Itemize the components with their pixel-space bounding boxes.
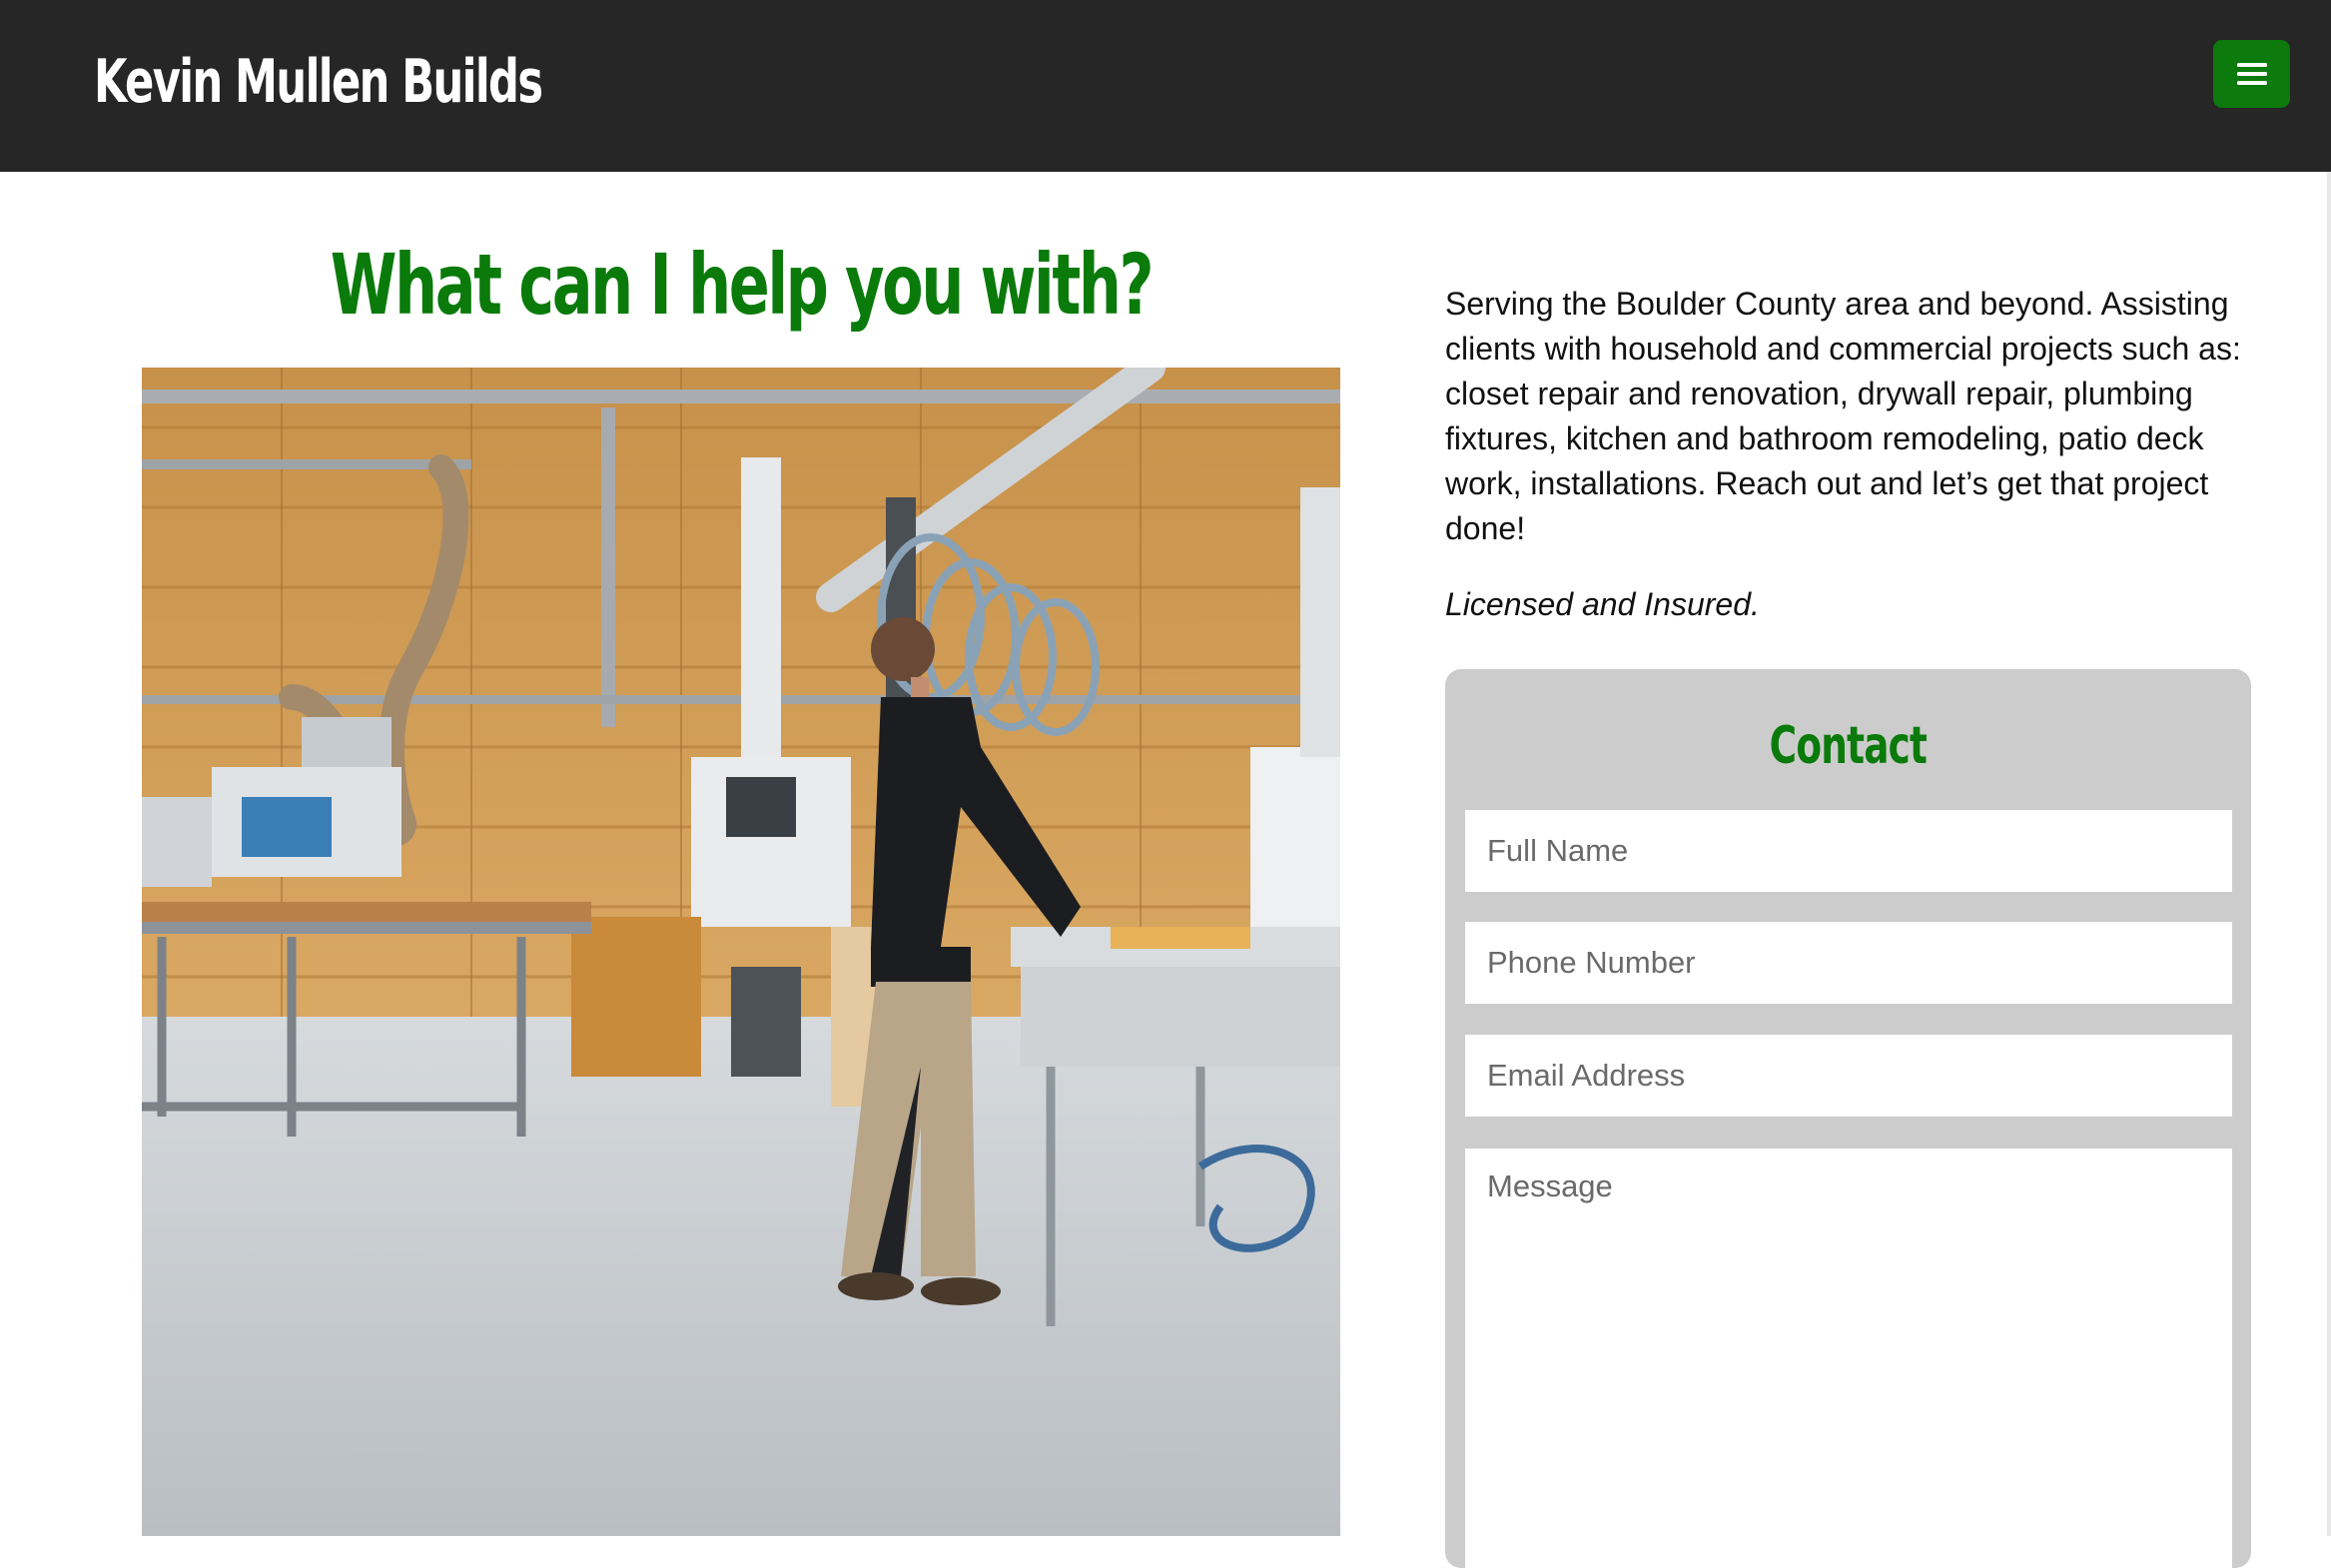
menu-toggle-button[interactable] — [2213, 40, 2290, 108]
contact-title-text: Contact — [1769, 716, 1928, 776]
full-name-input[interactable] — [1465, 810, 2232, 892]
email-address-input[interactable] — [1465, 1035, 2232, 1117]
service-description: Serving the Boulder County area and beyo… — [1445, 286, 2241, 546]
message-textarea[interactable] — [1465, 1149, 2232, 1568]
page-headline-text: What can I help you with? — [330, 236, 1155, 334]
page-edge — [2327, 172, 2331, 1536]
contact-form: Contact — [1445, 669, 2251, 1568]
phone-number-input[interactable] — [1465, 922, 2232, 1004]
workshop-illustration — [142, 368, 1340, 1536]
hamburger-menu-icon — [2236, 63, 2267, 85]
workshop-photo — [142, 368, 1340, 1536]
navbar: Kevin Mullen Builds — [0, 0, 2331, 172]
contact-title: Contact — [1445, 711, 2251, 781]
site-brand[interactable]: Kevin Mullen Builds — [94, 42, 543, 122]
page-headline: What can I help you with? — [142, 230, 1340, 340]
licensed-note: Licensed and Insured. — [1445, 586, 1760, 622]
